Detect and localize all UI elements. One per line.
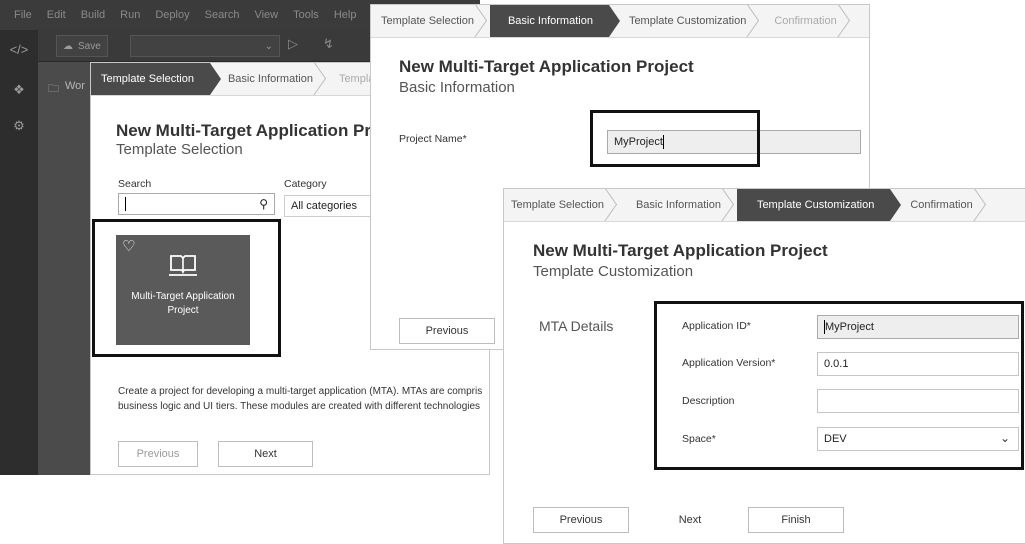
cloud-icon: ☁ xyxy=(63,40,73,52)
step-basic-information[interactable]: Basic Information xyxy=(620,189,737,221)
menu-run[interactable]: Run xyxy=(120,9,140,21)
step-basic-information[interactable]: Basic Information xyxy=(210,63,329,95)
page-subtitle: Basic Information xyxy=(399,79,515,96)
highlight-box-project-name xyxy=(590,110,760,167)
finish-button[interactable]: Finish xyxy=(748,507,844,533)
category-select[interactable]: All categories xyxy=(284,195,384,217)
code-icon[interactable]: </> xyxy=(0,42,38,57)
wizard-steps: Template Selection Basic Information Tem… xyxy=(371,5,869,38)
save-label: Save xyxy=(78,40,101,52)
text-caret xyxy=(125,197,126,211)
gear-icon[interactable]: ⚙ xyxy=(0,118,38,134)
page-subtitle: Template Customization xyxy=(533,263,694,280)
wizard-steps: Template Selection Basic Information Tem… xyxy=(504,189,1025,222)
menu-help[interactable]: Help xyxy=(334,9,357,21)
menu-build[interactable]: Build xyxy=(81,9,105,21)
run-icon[interactable]: ▷ xyxy=(288,36,298,52)
page-title: New Multi-Target Application Project xyxy=(533,241,828,260)
run-config-dropdown[interactable]: ⌄ xyxy=(130,35,280,57)
step-basic-information[interactable]: Basic Information xyxy=(489,5,620,37)
save-button[interactable]: ☁ Save xyxy=(56,35,108,57)
search-icon[interactable]: ⚲ xyxy=(259,197,268,211)
step-template-customization[interactable]: Template Customization xyxy=(736,189,902,221)
category-value: All categories xyxy=(291,200,358,212)
search-label: Search xyxy=(118,178,152,190)
activity-bar: </> ❖ ⚙ xyxy=(0,30,38,475)
template-description: Create a project for developing a multi-… xyxy=(118,386,483,412)
search-input[interactable]: ⚲ xyxy=(118,193,275,215)
page-title: New Multi-Target Application Pro xyxy=(116,121,382,140)
step-template-selection[interactable]: Template Selection xyxy=(91,63,221,95)
highlight-box-mta-details xyxy=(654,301,1024,470)
menu-view[interactable]: View xyxy=(254,9,278,21)
previous-button[interactable]: Previous xyxy=(118,441,198,467)
menu-file[interactable]: File xyxy=(14,9,32,21)
menu-deploy[interactable]: Deploy xyxy=(155,9,189,21)
next-button[interactable]: Next xyxy=(218,441,313,467)
previous-button[interactable]: Previous xyxy=(533,507,629,533)
project-name-label: Project Name* xyxy=(399,133,467,145)
step-template-customization[interactable]: Template Customization xyxy=(609,5,762,37)
menu-tools[interactable]: Tools xyxy=(293,9,319,21)
page-title: New Multi-Target Application Project xyxy=(399,57,694,76)
chevron-down-icon: ⌄ xyxy=(264,40,273,52)
step-template-selection[interactable]: Template Selection xyxy=(371,5,490,37)
previous-button[interactable]: Previous xyxy=(399,318,495,344)
menu-edit[interactable]: Edit xyxy=(47,9,66,21)
menu-search[interactable]: Search xyxy=(205,9,240,21)
modal-overlay xyxy=(38,62,90,475)
branch-icon[interactable]: ↯ xyxy=(323,36,334,52)
next-button[interactable]: Next xyxy=(642,507,738,533)
step-confirmation[interactable]: Confirmation xyxy=(762,5,852,37)
section-mta-details: MTA Details xyxy=(539,318,614,334)
highlight-box-tile xyxy=(92,219,281,357)
step-confirmation[interactable]: Confirmation xyxy=(890,189,988,221)
package-icon[interactable]: ❖ xyxy=(0,82,38,98)
step-template-selection[interactable]: Template Selection xyxy=(504,189,620,221)
category-label: Category xyxy=(284,178,327,190)
page-subtitle: Template Selection xyxy=(116,141,243,158)
